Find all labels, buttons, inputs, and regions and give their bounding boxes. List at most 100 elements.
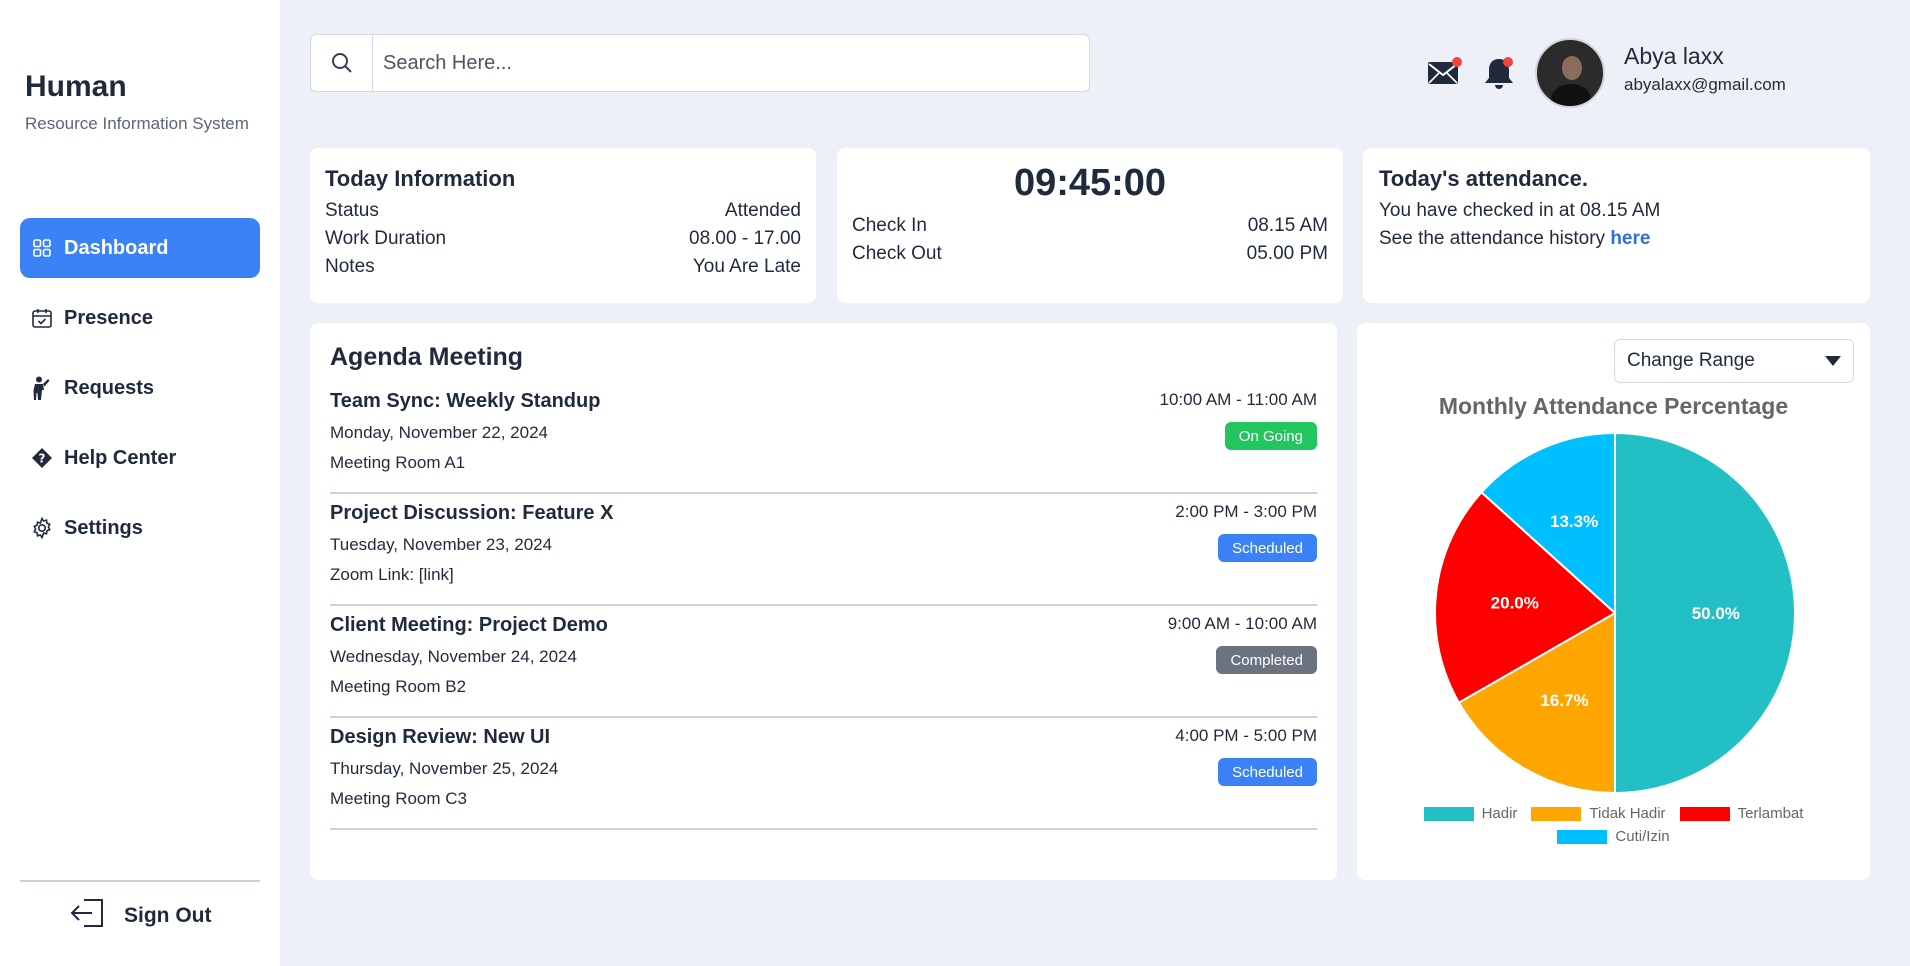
info-value: Attended: [724, 200, 801, 221]
meeting-item[interactable]: Design Review: New UI Thursday, November…: [330, 718, 1317, 830]
card-title: Today Information: [325, 166, 516, 191]
grid-icon: [30, 236, 54, 260]
sidebar-item-label: Presence: [64, 306, 153, 329]
caret-down-icon: [1825, 350, 1841, 372]
bell-icon[interactable]: [1482, 55, 1520, 93]
meeting-time: 9:00 AM - 10:00 AM: [1167, 614, 1317, 633]
legend-swatch: [1679, 806, 1730, 821]
meeting-item[interactable]: Team Sync: Weekly Standup Monday, Novemb…: [330, 382, 1317, 494]
chart-title: Monthly Attendance Percentage: [1438, 393, 1789, 419]
meeting-location: Meeting Room A1: [330, 453, 466, 472]
card-title: Today's attendance.: [1379, 166, 1588, 191]
info-label: Work Duration: [325, 228, 447, 249]
legend-label: Tidak Hadir: [1589, 805, 1666, 822]
dropdown-label: Change Range: [1627, 350, 1755, 371]
check-in-row: Check In 08.15 AM: [852, 215, 1328, 237]
notification-dot: [1503, 57, 1513, 67]
gear-icon: [30, 516, 54, 540]
check-out-value: 05.00 PM: [1246, 243, 1328, 264]
check-out-label: Check Out: [852, 243, 942, 264]
info-value: You Are Late: [692, 256, 801, 277]
meeting-title: Project Discussion: Feature X: [330, 502, 614, 524]
check-in-label: Check In: [852, 215, 927, 236]
pie-data-label: 13.3%: [1550, 512, 1598, 531]
brand-subtitle: Resource Information System: [25, 114, 249, 133]
status-badge: Completed: [1216, 646, 1317, 674]
sign-out-label: Sign Out: [124, 903, 212, 927]
meeting-location: Meeting Room C3: [330, 789, 468, 808]
brand-title: Human: [25, 70, 127, 103]
pie-data-label: 20.0%: [1491, 593, 1539, 612]
sidebar-item-help-center[interactable]: ? Help Center: [20, 428, 260, 488]
notification-dot: [1452, 57, 1462, 67]
sidebar-item-dashboard[interactable]: Dashboard: [20, 218, 260, 278]
meeting-location: Zoom Link: [link]: [330, 565, 454, 584]
svg-text:?: ?: [39, 452, 46, 466]
user-name: Abya laxx: [1624, 43, 1724, 69]
agenda-meeting-card: Agenda Meeting Team Sync: Weekly Standup…: [310, 323, 1337, 880]
legend-item[interactable]: Cuti/Izin: [1557, 828, 1670, 845]
clock-card: 09:45:00 Check In 08.15 AM Check Out 05.…: [837, 148, 1343, 303]
legend-item[interactable]: Hadir: [1423, 805, 1518, 822]
sidebar-item-settings[interactable]: Settings: [20, 498, 260, 558]
sidebar-nav: Dashboard Presence Requests ? Help Cente…: [20, 218, 260, 568]
meeting-item[interactable]: Client Meeting: Project Demo Wednesday, …: [330, 606, 1317, 718]
legend-label: Hadir: [1481, 805, 1518, 822]
sidebar-item-label: Dashboard: [64, 236, 169, 259]
meeting-time: 10:00 AM - 11:00 AM: [1159, 390, 1318, 409]
person-icon: [30, 376, 54, 400]
legend-item[interactable]: Terlambat: [1679, 805, 1803, 822]
history-link[interactable]: here: [1610, 228, 1650, 249]
checked-in-text: You have checked in at 08.15 AM: [1379, 200, 1661, 221]
agenda-title: Agenda Meeting: [330, 343, 524, 371]
sign-out-icon: [70, 898, 106, 933]
change-range-dropdown[interactable]: Change Range: [1614, 339, 1854, 383]
sign-out-button[interactable]: Sign Out: [70, 898, 212, 933]
sidebar-item-presence[interactable]: Presence: [20, 288, 260, 348]
meeting-item[interactable]: Project Discussion: Feature X Tuesday, N…: [330, 494, 1317, 606]
info-row-work-duration: Work Duration 08.00 - 17.00: [325, 228, 801, 250]
legend-swatch: [1557, 829, 1608, 844]
sidebar-item-requests[interactable]: Requests: [20, 358, 260, 418]
status-badge: Scheduled: [1218, 758, 1317, 786]
sidebar-item-label: Requests: [64, 376, 155, 399]
meeting-time: 2:00 PM - 3:00 PM: [1175, 502, 1317, 521]
history-line: See the attendance history here: [1379, 228, 1854, 250]
meeting-date: Thursday, November 25, 2024: [330, 759, 559, 778]
pie-data-label: 50.0%: [1692, 604, 1740, 623]
mail-icon[interactable]: [1426, 55, 1464, 93]
search-bar: [310, 34, 1090, 92]
history-text: See the attendance history: [1379, 228, 1611, 249]
search-input[interactable]: [373, 51, 1089, 75]
brand: Human Resource Information System: [25, 70, 249, 134]
legend-swatch: [1423, 806, 1474, 821]
status-badge: On Going: [1224, 422, 1317, 450]
legend-label: Cuti/Izin: [1615, 828, 1670, 845]
check-in-value: 08.15 AM: [1247, 215, 1328, 236]
legend-swatch: [1531, 806, 1582, 821]
legend-item[interactable]: Tidak Hadir: [1531, 805, 1666, 822]
meeting-date: Monday, November 22, 2024: [330, 423, 548, 442]
user-email: abyalaxx@gmail.com: [1624, 75, 1786, 94]
info-row-notes: Notes You Are Late: [325, 256, 801, 278]
avatar[interactable]: [1535, 38, 1605, 108]
meeting-time: 4:00 PM - 5:00 PM: [1175, 726, 1317, 745]
search-icon[interactable]: [311, 35, 373, 91]
sidebar-divider: [20, 880, 260, 882]
question-diamond-icon: ?: [30, 446, 54, 470]
info-label: Status: [325, 200, 379, 221]
meeting-date: Wednesday, November 24, 2024: [330, 647, 577, 666]
todays-attendance-card: Today's attendance. You have checked in …: [1363, 148, 1870, 303]
meeting-title: Design Review: New UI: [330, 726, 551, 748]
meeting-date: Tuesday, November 23, 2024: [330, 535, 553, 554]
calendar-check-icon: [30, 306, 54, 330]
sidebar-item-label: Settings: [64, 516, 143, 539]
info-value: 08.00 - 17.00: [689, 228, 801, 249]
clock-time: 09:45:00: [1013, 162, 1167, 204]
info-row-status: Status Attended: [325, 200, 801, 222]
info-label: Notes: [325, 256, 375, 277]
pie-data-label: 16.7%: [1540, 691, 1588, 710]
check-out-row: Check Out 05.00 PM: [852, 243, 1328, 265]
attendance-chart-card: Change Range Monthly Attendance Percenta…: [1357, 323, 1870, 880]
pie-chart: 50.0% 16.7% 20.0% 13.3%: [1435, 433, 1795, 793]
